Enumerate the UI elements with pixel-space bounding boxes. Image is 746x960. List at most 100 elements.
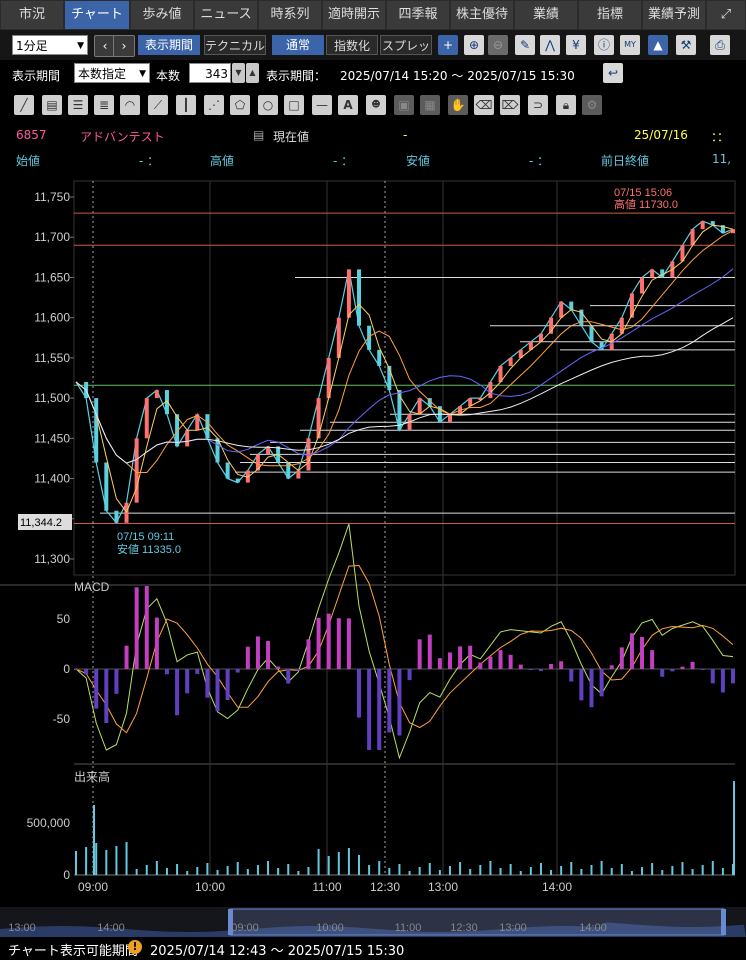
navigator-tick-label: 10:00 — [316, 922, 344, 934]
yen-icon[interactable]: ¥ — [566, 35, 586, 55]
tab-timeseries[interactable]: 時系列 — [259, 1, 321, 29]
low-marker-label: 安値 11335.0 — [117, 542, 181, 556]
open-label: 始値 — [16, 154, 41, 168]
circle-tool-icon[interactable]: ○ — [258, 95, 278, 115]
tab-disclosure[interactable]: 適時開示 — [323, 1, 385, 29]
macd-histogram-bar — [154, 617, 159, 669]
index-button[interactable]: 指数化 — [326, 35, 378, 55]
volume-bar — [337, 852, 340, 875]
vlines-tool-icon[interactable]: ┃ — [176, 95, 196, 115]
lock-tool-icon[interactable]: 🔒︎ — [556, 95, 576, 115]
hlines-tool-icon[interactable]: ☰ — [68, 95, 88, 115]
x-tick-label: 11:00 — [312, 880, 341, 894]
hline-tool-icon[interactable]: — — [312, 95, 332, 115]
pentagon-tool-icon[interactable]: ⬠ — [230, 95, 250, 115]
macd-histogram-bar — [205, 669, 210, 698]
macd-histogram-bar — [114, 669, 119, 694]
copy-tool-icon[interactable]: ▣ — [394, 95, 414, 115]
eraser-all-tool-icon[interactable]: ⌦ — [500, 95, 520, 115]
pencil-icon[interactable]: ✎ — [515, 35, 535, 55]
tab-forecast[interactable]: 業績予測 — [643, 1, 705, 29]
moving-average-line — [75, 268, 734, 464]
navigator-tick-label: 12:30 — [450, 922, 478, 934]
eraser-tool-icon[interactable]: ⌫ — [474, 95, 494, 115]
interval-select[interactable]: 1分足 ▼ — [12, 35, 88, 55]
volume-bar — [176, 864, 179, 875]
low-value: - ： — [529, 154, 550, 168]
magnet-tool-icon[interactable]: ⊃ — [528, 95, 548, 115]
ruler-tool-icon[interactable]: ▤ — [42, 95, 62, 115]
macd-histogram-bar — [84, 669, 89, 675]
info-icon[interactable]: ⓘ — [594, 35, 614, 55]
technical-button[interactable]: テクニカル — [204, 35, 266, 55]
volume-bar — [479, 865, 482, 875]
zoom-out-icon[interactable]: ⊖ — [488, 35, 508, 55]
candle — [286, 462, 291, 479]
x-tick-label: 10:00 — [195, 880, 225, 894]
macd-histogram-bar — [74, 669, 78, 670]
macd-histogram-bar — [316, 617, 321, 669]
macd-histogram-bar — [255, 636, 260, 669]
tab-chart[interactable]: チャート — [65, 1, 129, 29]
hand-tool-icon[interactable]: ✋ — [448, 95, 468, 115]
range-bar: 表示期間 本数指定 ▼ 本数 343 ▼ ▲ 表示期間： 2025/07/14 1… — [0, 60, 746, 88]
macd-histogram-bar — [619, 647, 624, 669]
chart-area[interactable]: 11,750 11,700 11,650 11,600 11,550 11,500 11,4… — [0, 175, 746, 907]
volume-bar — [448, 866, 451, 875]
tab-results[interactable]: 業績 — [515, 1, 577, 29]
tab-shikiho[interactable]: 四季報 — [387, 1, 449, 29]
reset-icon[interactable]: ↩ — [603, 63, 623, 83]
paste-tool-icon[interactable]: ▦ — [420, 95, 440, 115]
tab-indicators[interactable]: 指標 — [579, 1, 641, 29]
tab-benefit[interactable]: 株主優待 — [451, 1, 513, 29]
count-input[interactable]: 343 — [189, 63, 231, 83]
text-tool-icon[interactable]: A — [338, 95, 358, 115]
macd-histogram-bar — [235, 669, 240, 673]
macd-histogram-bar — [549, 663, 554, 669]
macd-histogram-bar — [640, 636, 645, 669]
macd-histogram-bar — [175, 669, 180, 716]
next-button[interactable]: › — [113, 35, 135, 57]
normal-button[interactable]: 通常 — [272, 35, 324, 55]
print-icon[interactable]: ⎙ — [710, 35, 730, 55]
arc-tool-icon[interactable]: ◠ — [120, 95, 140, 115]
macd-histogram-bar — [357, 669, 362, 718]
rect-tool-icon[interactable]: □ — [284, 95, 304, 115]
spread-button[interactable]: スプレッド — [380, 35, 432, 73]
count-up-icon[interactable]: ▲ — [246, 63, 259, 83]
line-tool-icon[interactable]: ╱ — [14, 95, 34, 115]
macd-histogram-bar — [346, 618, 351, 669]
candle — [377, 349, 382, 366]
my-indicator-icon[interactable]: MY — [620, 35, 640, 55]
navigator-tick-label: 13:00 — [8, 922, 36, 934]
count-down-icon[interactable]: ▼ — [232, 63, 245, 83]
macd-histogram-bar — [266, 640, 271, 669]
fib-tool-icon[interactable]: ≣ — [94, 95, 114, 115]
tab-market[interactable]: 市況 — [1, 1, 63, 29]
icon-tool-icon[interactable]: ☻ — [366, 95, 386, 115]
tab-news[interactable]: ニュース — [195, 1, 257, 29]
range-mode-select[interactable]: 本数指定 ▼ — [74, 63, 150, 83]
candle — [417, 398, 422, 415]
crosshair-icon[interactable]: + — [438, 35, 458, 55]
volume-bar — [721, 868, 724, 875]
zoom-in-icon[interactable]: ⊕ — [464, 35, 484, 55]
area-chart-icon[interactable]: ▲ — [648, 35, 668, 55]
macd-histogram-bar — [629, 633, 634, 669]
volume-tick-label: 500,000 — [27, 816, 71, 830]
now-label: 現在値 — [273, 130, 310, 144]
fan-tool-icon[interactable]: ⟋ — [148, 95, 168, 115]
macd-histogram-bar — [387, 669, 392, 733]
period-button[interactable]: 表示期間 — [138, 35, 200, 55]
trend-icon[interactable]: ⋀ — [540, 35, 560, 55]
volume-bar — [206, 863, 209, 875]
gann-tool-icon[interactable]: ⋰ — [204, 95, 224, 115]
settings-tool-icon[interactable]: ⚙ — [582, 95, 602, 115]
time-navigator[interactable]: 13:00 14:00 09:00 10:00 11:00 12:30 13:00 14:00 — [0, 907, 746, 937]
volume-bar — [701, 865, 704, 875]
wrench-icon[interactable]: ⚒ — [676, 35, 696, 55]
volume-bar — [671, 866, 674, 875]
candle — [185, 430, 190, 447]
tab-tick[interactable]: 歩み値 — [131, 1, 193, 29]
expand-icon[interactable]: ⤢ — [707, 1, 745, 29]
